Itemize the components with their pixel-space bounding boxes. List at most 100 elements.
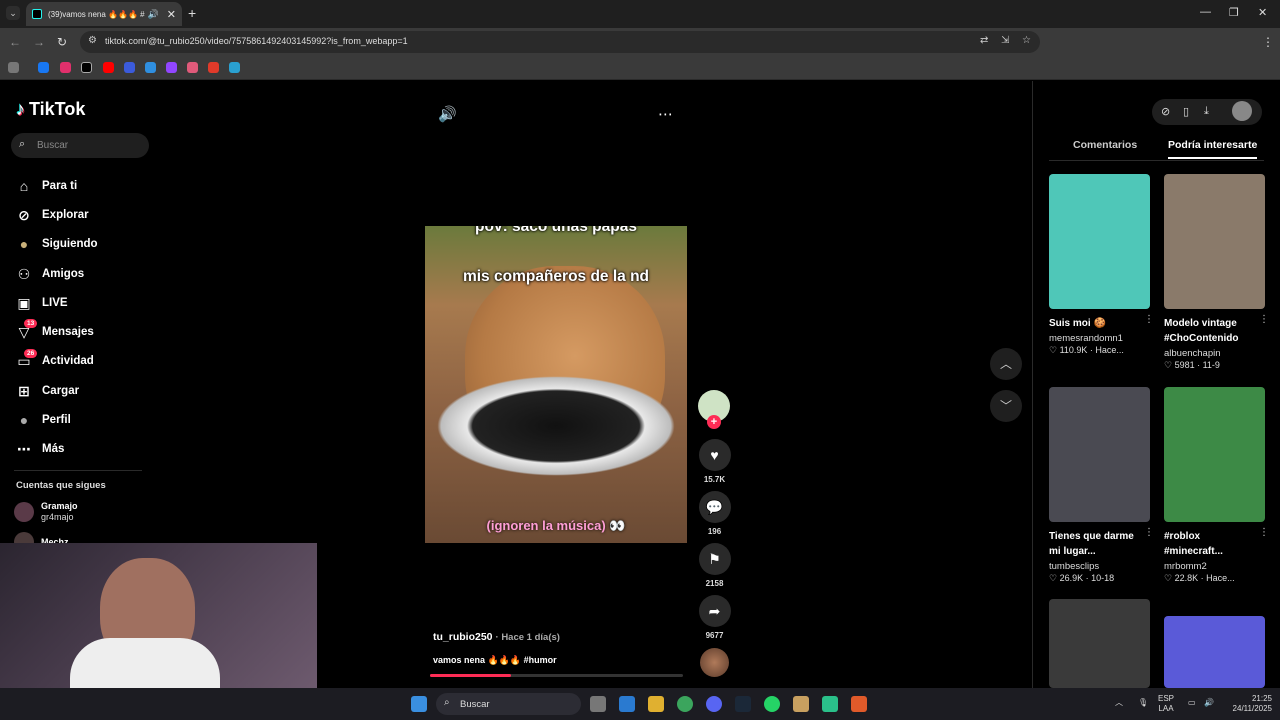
chrome-icon[interactable] [677, 696, 693, 712]
sidebar-item-actividad[interactable]: ▭ 26 Actividad [14, 347, 98, 376]
card-author[interactable]: tumbesclips [1049, 561, 1150, 572]
video-thumbnail[interactable] [1049, 174, 1150, 309]
translate-icon[interactable]: ⇄ [980, 35, 988, 46]
sidebar-item-para-ti[interactable]: ⌂ Para ti [14, 171, 98, 200]
share-icon[interactable]: ➦ [698, 595, 731, 627]
whatsapp-icon[interactable] [764, 696, 780, 712]
like-action[interactable]: ♥ 15.7K [698, 439, 731, 484]
microphone-icon[interactable]: 🎙 [1138, 698, 1148, 708]
share-action[interactable]: ➦ 9677 [698, 595, 731, 640]
browser-tab[interactable]: (39)vamos nena 🔥🔥🔥 # 🔊 ✕ [26, 2, 182, 26]
video-player[interactable]: pov: saco unas papas mis compañeros de l… [425, 226, 687, 543]
sidebar-item-mas[interactable]: ⋯ Más [14, 435, 98, 464]
bookmark-star-icon[interactable]: ☆ [1022, 35, 1031, 46]
video-author[interactable]: tu_rubio250 · Hace 1 día(s) [433, 631, 560, 643]
sidebar-item-cargar[interactable]: ⊞ Cargar [14, 376, 98, 405]
tab-podria-interesarte[interactable]: Podría interesarte [1168, 139, 1258, 159]
url-text[interactable]: tiktok.com/@tu_rubio250/video/7575861492… [105, 36, 408, 46]
menu-icon[interactable]: ⋮ [1262, 35, 1274, 49]
reload-icon[interactable]: ↻ [57, 35, 67, 49]
card-author[interactable]: albuenchapin [1164, 348, 1265, 359]
video-progress-bar[interactable] [430, 674, 683, 677]
mobile-icon[interactable]: ▯ [1183, 105, 1189, 118]
clock[interactable]: 21:25 24/11/2025 [1222, 694, 1272, 714]
address-bar[interactable]: ⚙ tiktok.com/@tu_rubio250/video/75758614… [80, 31, 1040, 53]
author-username[interactable]: tu_rubio250 [433, 631, 493, 643]
windows-start-icon[interactable] [411, 696, 427, 712]
comment-action[interactable]: 💬 196 [698, 491, 731, 536]
bookmark-icon[interactable] [208, 62, 219, 73]
follow-plus-icon[interactable]: + [707, 415, 721, 429]
card-more-icon[interactable]: ⋮ [1144, 314, 1154, 325]
sidebar-item-mensajes[interactable]: ▽ 13 Mensajes [14, 317, 98, 346]
music-disc-avatar[interactable] [700, 648, 729, 677]
compass-icon[interactable]: ⊘ [1161, 105, 1170, 118]
back-icon[interactable]: ← [9, 35, 21, 49]
bookmark-icon[interactable] [124, 62, 135, 73]
instagram-icon[interactable] [60, 62, 71, 73]
heart-icon[interactable]: ♥ [698, 439, 731, 471]
steam-icon[interactable] [735, 696, 751, 712]
suggested-video-card[interactable]: #roblox #minecraft... mrbomm2 ♡ 22.8K · … [1164, 387, 1269, 584]
bookmark-icon[interactable] [187, 62, 198, 73]
speaker-icon[interactable]: 🔊 [1204, 698, 1214, 708]
app-icon[interactable] [793, 696, 809, 712]
video-thumbnail[interactable] [1049, 387, 1150, 522]
twitch-icon[interactable] [166, 62, 177, 73]
audio-icon[interactable]: 🔊 [148, 9, 159, 20]
followed-account[interactable]: Gramajo gr4majo [14, 501, 78, 523]
card-more-icon[interactable]: ⋮ [1144, 527, 1154, 538]
install-icon[interactable]: ⇲ [1001, 35, 1009, 46]
sidebar-item-siguiendo[interactable]: ● Siguiendo [14, 230, 98, 259]
network-icon[interactable]: ▭ [1188, 698, 1196, 708]
suggested-video-card[interactable] [1049, 599, 1150, 688]
video-thumbnail[interactable] [1164, 174, 1265, 309]
tab-comentarios[interactable]: Comentarios [1073, 139, 1137, 151]
x-icon[interactable] [81, 62, 92, 73]
card-author[interactable]: mrbomm2 [1164, 561, 1265, 572]
tiktok-logo[interactable]: ♪ TikTok [16, 99, 85, 120]
tray-chevron-icon[interactable]: ︿ [1115, 698, 1123, 708]
bookmark-icon[interactable]: ⚑ [698, 543, 731, 575]
next-video-button[interactable]: ﹀ [990, 390, 1022, 422]
sidebar-item-explorar[interactable]: ⊘ Explorar [14, 200, 98, 229]
restore-icon[interactable]: ❐ [1229, 6, 1239, 19]
save-action[interactable]: ⚑ 2158 [698, 543, 731, 588]
store-icon[interactable] [619, 696, 635, 712]
bookmark-icon[interactable] [229, 62, 240, 73]
card-more-icon[interactable]: ⋮ [1259, 527, 1269, 538]
search-input[interactable]: ⌕ Buscar [11, 133, 149, 158]
card-more-icon[interactable]: ⋮ [1259, 314, 1269, 325]
tab-search-button[interactable]: ⌄ [6, 6, 20, 20]
bookmark-icon[interactable] [145, 62, 156, 73]
discord-icon[interactable] [706, 696, 722, 712]
sidebar-item-perfil[interactable]: ● Perfil [14, 405, 98, 434]
user-avatar[interactable] [1232, 101, 1252, 121]
site-info-icon[interactable]: ⚙ [88, 35, 97, 46]
download-icon[interactable]: ⤓ [1204, 105, 1209, 118]
minimize-icon[interactable]: — [1200, 6, 1211, 18]
comment-icon[interactable]: 💬 [698, 491, 731, 523]
close-window-icon[interactable]: ✕ [1258, 6, 1267, 19]
close-tab-icon[interactable]: ✕ [167, 8, 176, 21]
language-indicator[interactable]: ESP LAA [1158, 694, 1174, 714]
previous-video-button[interactable]: ︿ [990, 348, 1022, 380]
video-thumbnail[interactable] [1164, 616, 1265, 688]
taskbar-search[interactable]: ⌕ Buscar [436, 693, 581, 715]
suggested-video-card[interactable]: Tienes que darme mi lugar... tumbesclips… [1049, 387, 1154, 584]
suggested-video-card[interactable]: Modelo vintage #ChoContenido albuenchapi… [1164, 174, 1269, 371]
video-thumbnail[interactable] [1049, 599, 1150, 688]
youtube-icon[interactable] [103, 62, 114, 73]
task-view-icon[interactable] [590, 696, 606, 712]
suggested-video-card[interactable] [1164, 616, 1265, 688]
new-tab-button[interactable]: + [188, 5, 196, 21]
volume-icon[interactable]: 🔊 [438, 105, 457, 123]
sidebar-item-live[interactable]: ▣ LIVE [14, 288, 98, 317]
sidebar-item-amigos[interactable]: ⚇ Amigos [14, 259, 98, 288]
suggested-video-card[interactable]: Suis moi 🍪 memesrandomn1 ♡ 110.9K · Hace… [1049, 174, 1154, 356]
facebook-icon[interactable] [38, 62, 49, 73]
app-icon[interactable] [851, 696, 867, 712]
forward-icon[interactable]: → [33, 35, 45, 49]
card-author[interactable]: memesrandomn1 [1049, 333, 1150, 344]
app-icon[interactable] [822, 696, 838, 712]
